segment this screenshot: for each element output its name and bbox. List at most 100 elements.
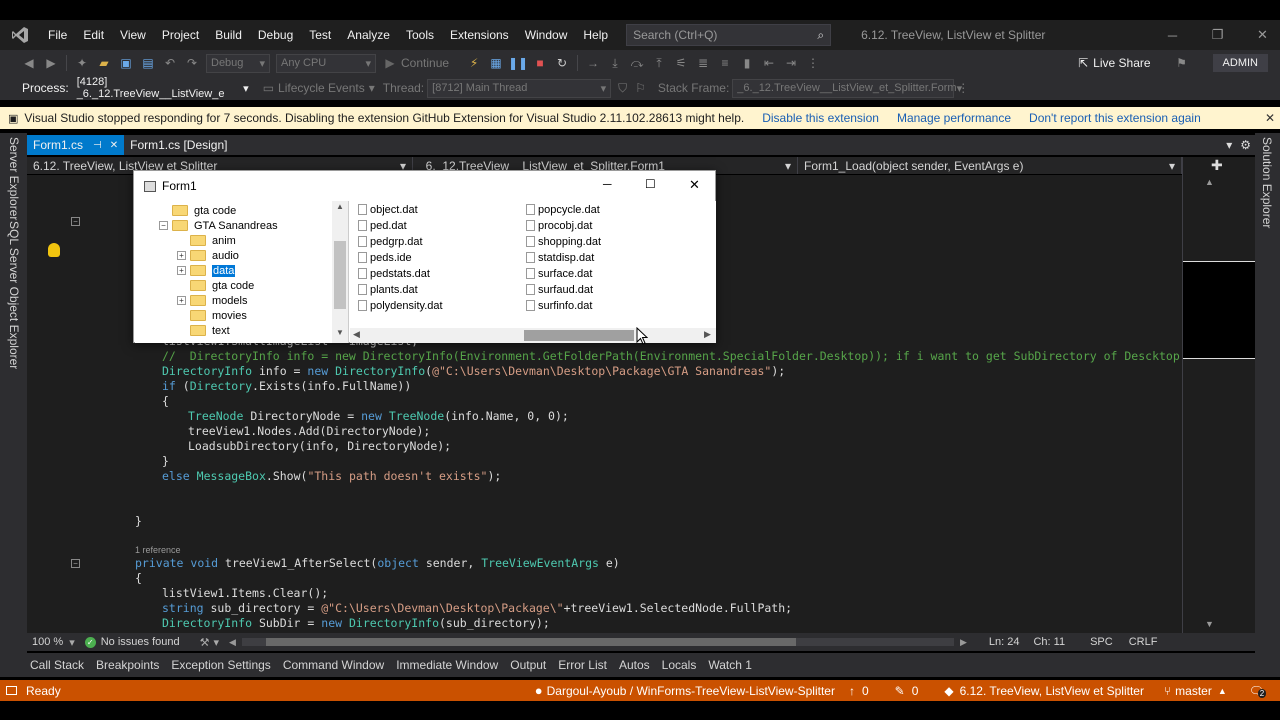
form-close-icon[interactable]: ✕ xyxy=(689,177,700,193)
form-maximize-icon[interactable]: ☐ xyxy=(645,177,656,191)
tab-breakpoints[interactable]: Breakpoints xyxy=(90,658,165,672)
list-scroll-right-icon[interactable]: ▶ xyxy=(704,329,711,340)
show-next-statement-icon[interactable]: → xyxy=(582,52,604,74)
hscroll-right-icon[interactable]: ▶ xyxy=(960,637,967,648)
pin-icon[interactable]: ⊣ xyxy=(93,140,102,151)
line-ending[interactable]: CRLF xyxy=(1129,636,1158,648)
search-box[interactable]: Search (Ctrl+Q) ⌕ xyxy=(626,24,832,46)
menu-test[interactable]: Test xyxy=(301,20,339,50)
back-icon[interactable]: ◀ xyxy=(18,52,40,74)
filter-icon[interactable]: ⛉ xyxy=(618,81,627,96)
step-out-icon[interactable]: ⤒ xyxy=(648,52,670,74)
list-scroll-thumb[interactable] xyxy=(524,330,634,341)
list-item[interactable]: pedstats.dat xyxy=(358,266,430,281)
codelens-references[interactable]: 1 reference xyxy=(135,545,181,555)
tree-node[interactable]: + data xyxy=(177,263,236,278)
process-dropdown[interactable]: [4128] _6._12.TreeView__ListView_e ▾ xyxy=(71,76,254,100)
menu-view[interactable]: View xyxy=(112,20,154,50)
tab-output[interactable]: Output xyxy=(504,658,552,672)
close-icon[interactable]: ✕ xyxy=(1245,20,1280,50)
lifecycle-label[interactable]: Lifecycle Events xyxy=(278,81,365,95)
list-item[interactable]: shopping.dat xyxy=(526,234,601,249)
tree-node[interactable]: gta code xyxy=(177,278,254,293)
tab-watch-1[interactable]: Watch 1 xyxy=(702,658,758,672)
thread-dropdown[interactable]: [8712] Main Thread ▾ xyxy=(427,78,612,98)
list-item[interactable]: procobj.dat xyxy=(526,218,592,233)
undo-icon[interactable]: ↶ xyxy=(159,52,181,74)
tab-command-window[interactable]: Command Window xyxy=(277,658,390,672)
pause-icon[interactable]: ❚❚ xyxy=(507,52,529,74)
unpushed-count[interactable]: 0 xyxy=(862,684,869,698)
list-item[interactable]: surfinfo.dat xyxy=(526,298,592,313)
file-listview[interactable]: ◀ ▶ object.dat ped.dat pedgrp.dat peds.ide p… xyxy=(350,201,716,343)
tree-node[interactable]: movies xyxy=(177,308,247,323)
minimap-viewport[interactable] xyxy=(1183,261,1255,359)
tree-node[interactable]: − GTA Sanandreas xyxy=(159,218,278,233)
menu-edit[interactable]: Edit xyxy=(75,20,112,50)
tab-locals[interactable]: Locals xyxy=(656,658,703,672)
disable-extension-link[interactable]: Disable this extension xyxy=(762,111,879,125)
menu-project[interactable]: Project xyxy=(154,20,207,50)
collapse-icon[interactable]: − xyxy=(159,221,168,230)
step-over-icon[interactable]: ⤼ xyxy=(626,52,648,74)
brush-icon[interactable]: ⚒ xyxy=(200,636,210,649)
server-explorer-tab[interactable]: Server Explorer xyxy=(7,137,21,220)
tree-node[interactable]: text xyxy=(177,323,230,338)
directory-treeview[interactable]: ▲ ▼ gta code − GTA Sanandreas anim + audio + da… xyxy=(135,201,349,343)
configuration-dropdown[interactable]: Debug ▾ xyxy=(206,53,270,73)
user-badge[interactable]: ADMIN xyxy=(1212,54,1268,72)
menu-debug[interactable]: Debug xyxy=(250,20,301,50)
bookmark-next-icon[interactable]: ⇥ xyxy=(780,52,802,74)
tree-scroll-up-icon[interactable]: ▲ xyxy=(336,202,344,211)
screenshot-icon[interactable]: ▦ xyxy=(485,52,507,74)
redo-icon[interactable]: ↷ xyxy=(181,52,203,74)
tree-scroll-thumb[interactable] xyxy=(334,241,346,309)
menu-analyze[interactable]: Analyze xyxy=(339,20,398,50)
horizontal-scrollbar[interactable] xyxy=(241,638,954,646)
whitespace-mode[interactable]: SPC xyxy=(1090,636,1113,648)
settings-gear-icon[interactable]: ⚙ xyxy=(1240,135,1251,155)
tab-call-stack[interactable]: Call Stack xyxy=(24,658,90,672)
stop-icon[interactable]: ■ xyxy=(529,52,551,74)
solution-explorer-tab[interactable]: Solution Explorer xyxy=(1260,137,1274,228)
manage-performance-link[interactable]: Manage performance xyxy=(897,111,1011,125)
editor-minimap-scrollbar[interactable]: ✚ ▲ ▼ xyxy=(1182,157,1255,633)
stackframe-dropdown[interactable]: _6._12.TreeView__ListView_et_Splitter.Fo… xyxy=(732,78,962,98)
restore-icon[interactable]: ❐ xyxy=(1200,20,1235,50)
open-folder-icon[interactable]: ▰ xyxy=(93,52,115,74)
lightbulb-icon[interactable] xyxy=(48,243,60,257)
feedback-icon[interactable]: ⚑ xyxy=(1171,52,1193,74)
toolbar-options-icon[interactable]: ⋮ xyxy=(802,52,824,74)
restart-icon[interactable]: ↻ xyxy=(551,52,573,74)
list-item[interactable]: polydensity.dat xyxy=(358,298,443,313)
notifications-icon[interactable]: 🗨 2 xyxy=(1249,684,1267,698)
diagnostics-icon[interactable]: ⚟ xyxy=(670,52,692,74)
tab-form1-cs[interactable]: Form1.cs ⊣ ✕ xyxy=(27,135,125,155)
active-project[interactable]: 6.12. TreeView, ListView et Splitter xyxy=(960,684,1144,698)
infobar-close-icon[interactable]: ✕ xyxy=(1265,111,1275,125)
collapse-icon[interactable]: − xyxy=(71,559,80,568)
branch-name[interactable]: master xyxy=(1175,684,1212,698)
list-scroll-left-icon[interactable]: ◀ xyxy=(353,329,360,340)
tree-node[interactable]: + models xyxy=(177,293,247,308)
menu-window[interactable]: Window xyxy=(517,20,576,50)
tab-close-icon[interactable]: ✕ xyxy=(110,140,118,151)
platform-dropdown[interactable]: Any CPU ▾ xyxy=(276,53,376,73)
menu-file[interactable]: File xyxy=(40,20,75,50)
scroll-up-icon[interactable]: ▲ xyxy=(1205,177,1214,187)
continue-icon[interactable]: ▶ xyxy=(379,52,401,74)
flag-icon[interactable]: ⚐ xyxy=(635,81,646,95)
minimize-icon[interactable]: ─ xyxy=(1155,20,1190,50)
tab-immediate-window[interactable]: Immediate Window xyxy=(390,658,504,672)
list-item[interactable]: statdisp.dat xyxy=(526,250,594,265)
list-item[interactable]: peds.ide xyxy=(358,250,412,265)
bookmark-icon[interactable]: ▮ xyxy=(736,52,758,74)
tab-form1-design[interactable]: Form1.cs [Design] xyxy=(124,135,233,155)
tab-exception-settings[interactable]: Exception Settings xyxy=(165,658,276,672)
list-item[interactable]: surfaud.dat xyxy=(526,282,593,297)
tree-node[interactable]: + audio xyxy=(177,248,239,263)
live-share-button[interactable]: ⇱ Live Share xyxy=(1078,56,1150,70)
dont-report-link[interactable]: Don't report this extension again xyxy=(1029,111,1201,125)
menu-extensions[interactable]: Extensions xyxy=(442,20,517,50)
pending-changes-count[interactable]: 0 xyxy=(912,684,919,698)
